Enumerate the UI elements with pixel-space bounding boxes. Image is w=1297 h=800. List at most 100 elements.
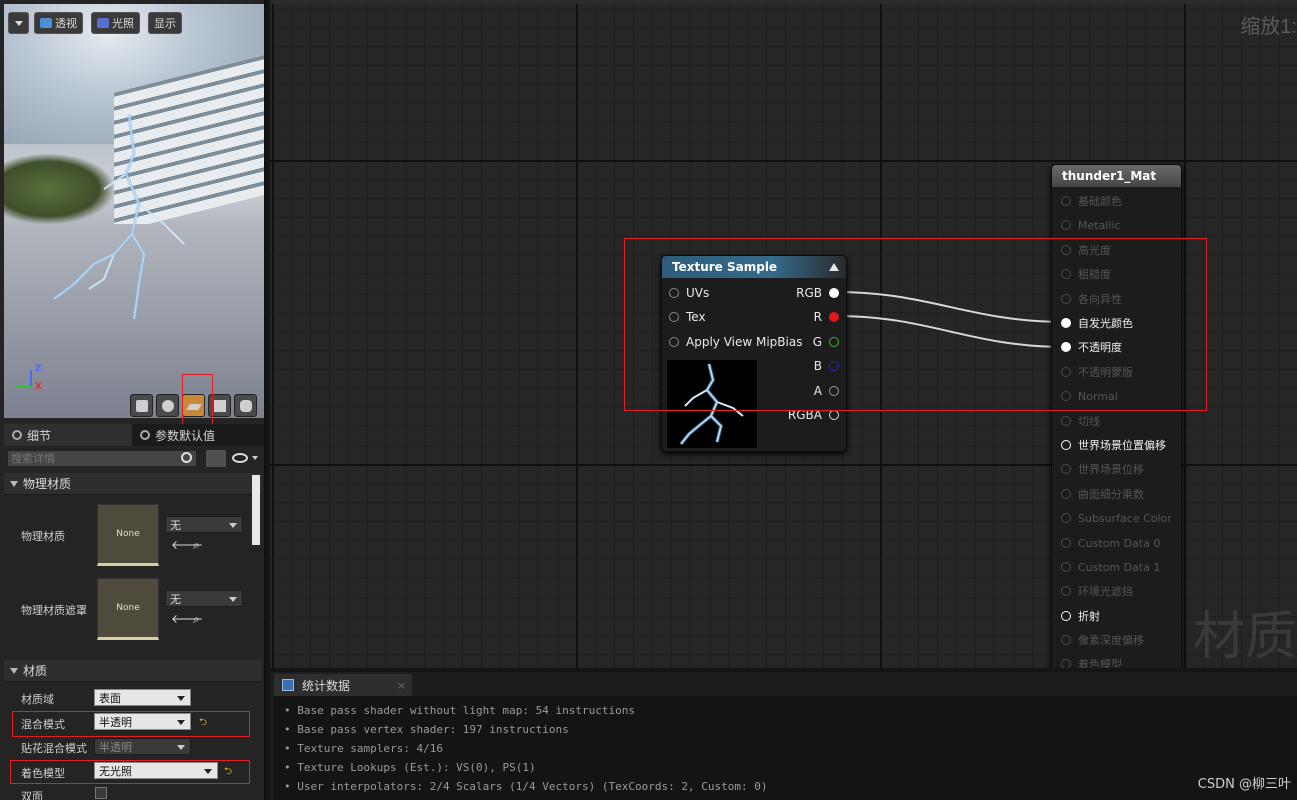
input-roughness[interactable]: 粗糙度 — [1061, 266, 1111, 282]
chevron-down-icon[interactable] — [252, 456, 258, 460]
texture-sample-node[interactable]: Texture Sample UVs Tex Apply View MipBia… — [661, 255, 847, 452]
close-icon[interactable]: × — [397, 679, 406, 692]
input-opacity[interactable]: 不透明度 — [1061, 339, 1122, 355]
collapse-triangle-icon[interactable] — [829, 263, 839, 271]
input-pixel-depth-offset[interactable]: 像素深度偏移 — [1061, 632, 1144, 648]
pin-icon[interactable] — [669, 312, 679, 322]
grid-view-icon[interactable] — [205, 449, 227, 468]
input-refraction[interactable]: 折射 — [1061, 608, 1100, 624]
pin-icon[interactable] — [1061, 635, 1071, 645]
input-custom-data-1[interactable]: Custom Data 1 — [1061, 559, 1160, 575]
search-icon[interactable] — [181, 452, 192, 463]
pin-icon[interactable] — [1061, 318, 1071, 328]
pin-icon[interactable] — [1061, 269, 1071, 279]
input-metallic[interactable]: Metallic — [1061, 217, 1121, 233]
pin-icon[interactable] — [1061, 391, 1071, 401]
pin-icon[interactable] — [1061, 294, 1071, 304]
output-pin-b[interactable]: B — [814, 358, 839, 374]
preview-viewport[interactable]: 透视 光照 显示 Z X — [4, 4, 264, 418]
pin-icon[interactable] — [1061, 367, 1071, 377]
pin-icon[interactable] — [669, 337, 679, 347]
material-result-node[interactable]: thunder1_Mat 基础颜色 Metallic 高光度 粗糙度 各向异性 … — [1051, 164, 1182, 668]
input-normal[interactable]: Normal — [1061, 388, 1118, 404]
tab-details[interactable]: 细节 — [4, 424, 132, 446]
sphere-preview-button[interactable] — [156, 394, 179, 417]
input-subsurface-color[interactable]: Subsurface Color — [1061, 510, 1172, 526]
material-domain-dropdown[interactable]: 表面 — [94, 689, 191, 706]
input-pin-tex[interactable]: Tex — [669, 309, 706, 325]
lighting-button[interactable]: 光照 — [91, 12, 140, 34]
pin-icon[interactable] — [829, 410, 839, 420]
arrow-left-icon[interactable]: 🡐 — [171, 539, 203, 551]
details-scrollbar[interactable] — [252, 475, 260, 545]
input-emissive[interactable]: 自发光颜色 — [1061, 315, 1133, 331]
texture-node-header[interactable]: Texture Sample — [662, 256, 846, 278]
section-physical-material[interactable]: 物理材质 — [4, 473, 262, 495]
pin-icon[interactable] — [1061, 586, 1071, 596]
pin-icon[interactable] — [1061, 538, 1071, 548]
browse-search-icon[interactable]: ⌕ — [193, 539, 205, 551]
pin-icon[interactable] — [829, 386, 839, 396]
pin-icon[interactable] — [669, 288, 679, 298]
input-shading-model[interactable]: 着色模型 — [1061, 656, 1122, 668]
input-specular[interactable]: 高光度 — [1061, 242, 1111, 258]
arrow-left-icon[interactable]: 🡐 — [171, 613, 203, 625]
material-graph[interactable]: 缩放1: 材质 Texture Sample UVs Tex Apply Vie… — [270, 4, 1297, 668]
pin-icon[interactable] — [829, 361, 839, 371]
tab-stats[interactable]: 统计数据 × — [274, 674, 412, 696]
pin-icon[interactable] — [1061, 562, 1071, 572]
two-sided-checkbox[interactable] — [95, 787, 107, 799]
pin-icon[interactable] — [1061, 220, 1071, 230]
material-node-header[interactable]: thunder1_Mat — [1052, 165, 1181, 187]
input-pin-mipbias[interactable]: Apply View MipBias — [669, 334, 802, 350]
pin-icon[interactable] — [829, 288, 839, 298]
pin-icon[interactable] — [1061, 611, 1071, 621]
pin-icon[interactable] — [829, 312, 839, 322]
cube-preview-button[interactable] — [208, 394, 231, 417]
pin-icon[interactable] — [1061, 440, 1071, 450]
output-pin-r[interactable]: R — [814, 309, 839, 325]
viewport-menu-button[interactable] — [8, 12, 29, 34]
input-base-color[interactable]: 基础颜色 — [1061, 193, 1122, 209]
input-ambient-occlusion[interactable]: 环境光遮挡 — [1061, 583, 1133, 599]
details-search-input[interactable] — [7, 450, 197, 467]
output-pin-rgba[interactable]: RGBA — [788, 407, 839, 423]
show-button[interactable]: 显示 — [148, 12, 182, 34]
pin-icon[interactable] — [1061, 416, 1071, 426]
reset-to-default-icon[interactable]: ⮌ — [199, 715, 207, 732]
input-tangent[interactable]: 切线 — [1061, 413, 1100, 429]
plane-preview-button[interactable] — [182, 394, 205, 417]
shading-model-dropdown[interactable]: 无光照 — [94, 762, 218, 779]
output-pin-a[interactable]: A — [814, 383, 839, 399]
section-material[interactable]: 材质 — [4, 660, 262, 682]
output-pin-rgb[interactable]: RGB — [796, 285, 839, 301]
input-pin-uvs[interactable]: UVs — [669, 285, 709, 301]
browse-search-icon[interactable]: ⌕ — [193, 613, 205, 625]
pin-icon[interactable] — [1061, 342, 1071, 352]
pin-icon[interactable] — [1061, 513, 1071, 523]
pin-icon[interactable] — [1061, 245, 1071, 255]
input-tessellation-multiplier[interactable]: 曲面细分乘数 — [1061, 486, 1144, 502]
output-pin-g[interactable]: G — [813, 334, 839, 350]
perspective-button[interactable]: 透视 — [34, 12, 83, 34]
blend-mode-dropdown[interactable]: 半透明 — [94, 713, 191, 730]
phys-mask-thumbnail[interactable]: None — [97, 578, 159, 640]
mesh-preview-button[interactable] — [234, 394, 257, 417]
cylinder-preview-button[interactable] — [130, 394, 153, 417]
pin-icon[interactable] — [1061, 464, 1071, 474]
eye-icon[interactable] — [232, 453, 248, 463]
phys-mat-thumbnail[interactable]: None — [97, 504, 159, 566]
decal-blend-dropdown[interactable]: 半透明 — [94, 738, 191, 755]
input-opacity-mask[interactable]: 不透明蒙版 — [1061, 364, 1133, 380]
pin-icon[interactable] — [1061, 659, 1071, 668]
input-custom-data-0[interactable]: Custom Data 0 — [1061, 535, 1160, 551]
input-anisotropy[interactable]: 各向异性 — [1061, 291, 1122, 307]
phys-mask-dropdown[interactable]: 无 — [165, 590, 243, 607]
reset-to-default-icon[interactable]: ⮌ — [224, 764, 232, 781]
input-world-position-offset[interactable]: 世界场景位置偏移 — [1061, 437, 1166, 453]
tab-params[interactable]: 参数默认值 — [132, 424, 223, 446]
pin-icon[interactable] — [1061, 489, 1071, 499]
pin-icon[interactable] — [1061, 196, 1071, 206]
pin-icon[interactable] — [829, 337, 839, 347]
phys-mat-dropdown[interactable]: 无 — [165, 516, 243, 533]
